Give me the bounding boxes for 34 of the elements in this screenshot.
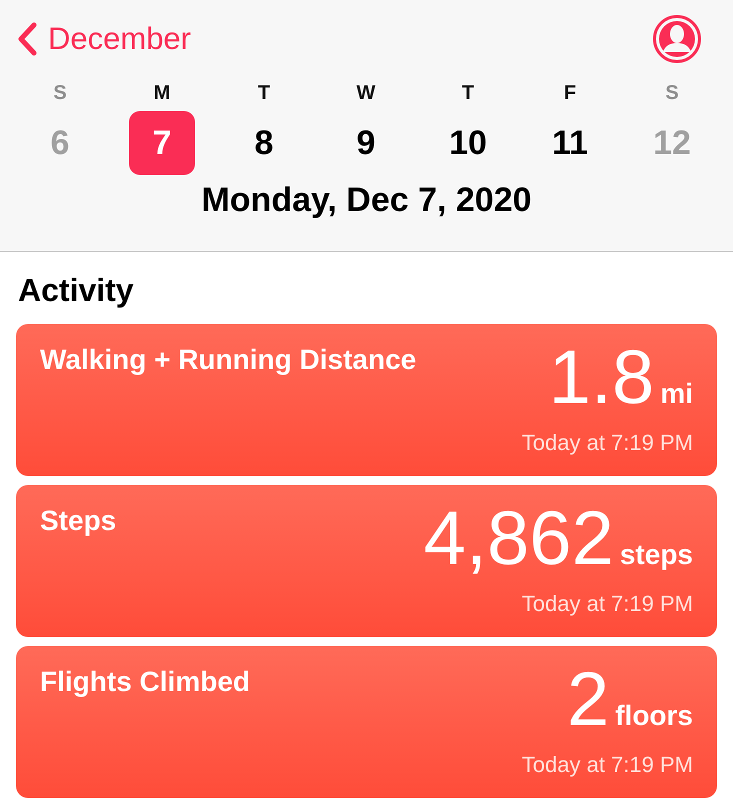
card-value: 1.8 [548,338,654,418]
weekday-label: T [462,81,474,106]
card-title: Steps [40,505,116,537]
card-timestamp: Today at 7:19 PM [522,752,693,778]
day-button[interactable]: 10 [435,111,501,175]
day-button[interactable]: 12 [639,111,705,175]
date-title: Monday, Dec 7, 2020 [200,181,533,220]
card-unit: mi [660,378,693,410]
card-value: 2 [566,660,610,740]
card-timestamp: Today at 7:19 PM [522,591,693,617]
activity-card[interactable]: Walking + Running Distance 1.8 mi Today at 7:19 PM [16,324,717,476]
card-value: 4,862 [424,499,614,579]
card-title: Flights Climbed [40,666,250,698]
weekday-label: T [258,81,270,106]
weekday-label: F [564,81,576,106]
day-button[interactable]: 9 [333,111,399,175]
day-button[interactable]: 8 [231,111,297,175]
day-button[interactable]: 7 [129,111,195,175]
day-button[interactable]: 11 [537,111,603,175]
weekday-label: S [665,81,679,106]
day-button[interactable]: 6 [27,111,93,175]
profile-icon[interactable] [652,14,702,64]
section-title: Activity [17,271,135,310]
activity-card[interactable]: Steps 4,862 steps Today at 7:19 PM [16,485,717,637]
back-chevron-icon [16,21,38,57]
card-unit: steps [620,539,693,571]
weekday-label: S [53,81,67,106]
card-timestamp: Today at 7:19 PM [522,430,693,456]
activity-card[interactable]: Flights Climbed 2 floors Today at 7:19 PM [16,646,717,798]
card-unit: floors [615,700,693,732]
weekday-label: W [356,81,376,106]
card-title: Walking + Running Distance [40,344,416,376]
weekday-label: M [154,81,170,106]
back-button[interactable]: December [16,21,191,57]
